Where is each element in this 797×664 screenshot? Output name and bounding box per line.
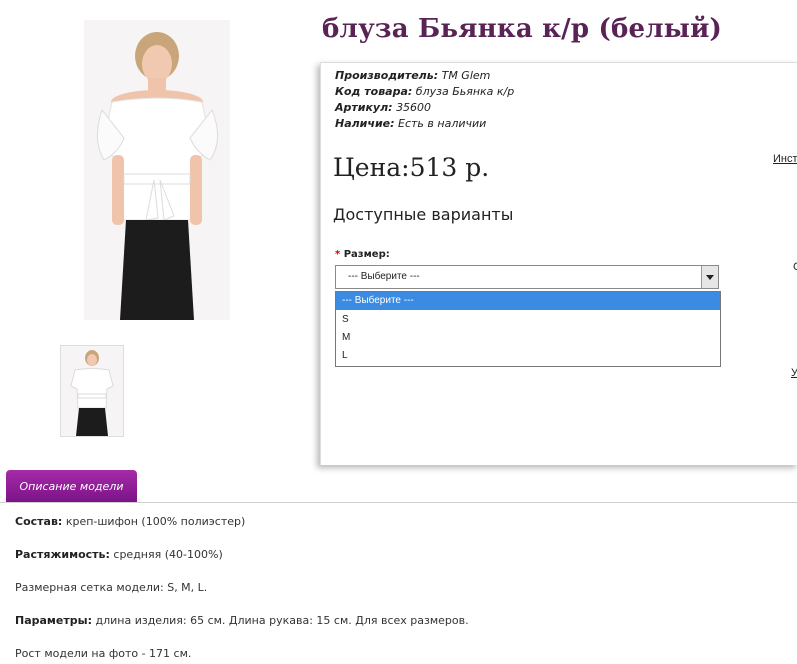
side-link-middle[interactable]: С: [793, 261, 797, 273]
description-model-height: Рост модели на фото - 171 см.: [15, 647, 192, 660]
size-dropdown-list: --- Выберите --- S M L: [335, 291, 721, 367]
product-main-image[interactable]: [84, 20, 230, 320]
size-option[interactable]: --- Выберите ---: [336, 292, 720, 310]
size-option[interactable]: M: [336, 329, 720, 347]
tab-divider: [0, 502, 797, 503]
side-link-top[interactable]: Инст: [773, 153, 797, 165]
product-code-row: Код товара: блуза Бьянка к/р: [335, 85, 514, 98]
description-params: Параметры: длина изделия: 65 см. Длина р…: [15, 614, 469, 627]
manufacturer-row: Производитель: ТМ Glem: [335, 69, 490, 82]
description-composition: Состав: креп-шифон (100% полиэстер): [15, 515, 245, 528]
product-price: Цена:513 р.: [333, 153, 490, 182]
size-option[interactable]: L: [336, 347, 720, 365]
params-value: длина изделия: 65 см. Длина рукава: 15 с…: [95, 614, 469, 627]
manufacturer-value[interactable]: ТМ Glem: [442, 69, 491, 82]
sku-value: 35600: [396, 101, 432, 114]
product-code-value: блуза Бьянка к/р: [415, 85, 515, 98]
tab-description-label: Описание модели: [19, 480, 124, 493]
description-stretch: Растяжимость: средняя (40-100%): [15, 548, 223, 561]
product-info-panel: Производитель: ТМ Glem Код товара: блуза…: [320, 62, 797, 465]
required-mark: *: [335, 249, 341, 260]
stock-row: Наличие: Есть в наличии: [335, 117, 486, 130]
product-title: блуза Бьянка к/р (белый): [322, 14, 723, 44]
stretch-value: средняя (40-100%): [113, 548, 223, 561]
size-option[interactable]: S: [336, 311, 720, 329]
chevron-down-icon[interactable]: [701, 266, 718, 288]
product-thumbnail[interactable]: [60, 345, 124, 437]
sku-row: Артикул: 35600: [335, 101, 431, 114]
stock-value: Есть в наличии: [398, 117, 487, 130]
params-label: Параметры:: [15, 614, 92, 627]
composition-value: креп-шифон (100% полиэстер): [65, 515, 246, 528]
manufacturer-label: Производитель:: [335, 69, 439, 82]
product-code-label: Код товара:: [335, 85, 413, 98]
size-select[interactable]: --- Выберите ---: [335, 265, 719, 289]
size-label-text: Размер:: [343, 249, 390, 260]
size-label: * Размер:: [335, 249, 390, 260]
side-link-bottom[interactable]: У: [791, 367, 797, 379]
sku-label: Артикул:: [335, 101, 393, 114]
stock-label: Наличие:: [335, 117, 395, 130]
description-size-grid: Размерная сетка модели: S, M, L.: [15, 581, 208, 594]
stretch-label: Растяжимость:: [15, 548, 110, 561]
size-select-value: --- Выберите ---: [348, 271, 420, 282]
composition-label: Состав:: [15, 515, 63, 528]
variants-heading: Доступные варианты: [333, 205, 514, 224]
tab-description[interactable]: Описание модели: [6, 470, 137, 502]
